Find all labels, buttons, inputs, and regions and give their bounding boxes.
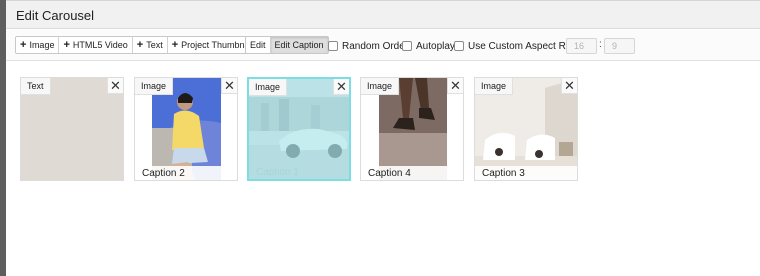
custom-aspect-ratio-checkbox[interactable] [454,41,464,51]
dialog-title-bar: Edit Carousel [6,1,760,29]
plus-icon: + [63,39,70,51]
slide-card-image[interactable]: Image ✕ Caption 4 [360,77,464,181]
slide-type-label: Image [249,79,288,96]
add-html5-video-button[interactable]: + HTML5 Video [59,37,133,53]
slide-type-label: Image [475,78,514,95]
close-icon[interactable]: ✕ [447,78,463,94]
add-text-button[interactable]: + Text [133,37,168,53]
edit-carousel-dialog: Edit Carousel + Image + HTML5 Video + Text … [6,0,760,276]
aspect-ratio-height-input[interactable]: 9 [604,38,635,54]
random-order-option[interactable]: Random Order [328,39,408,53]
close-icon[interactable]: ✕ [107,78,123,94]
add-slide-button-group: + Image + HTML5 Video + Text + Project Thumb… [15,36,259,54]
slide-card-image-selected[interactable]: Image ✕ Caption 1 [247,77,351,181]
autoplay-checkbox[interactable] [402,41,412,51]
custom-aspect-ratio-option[interactable]: Use Custom Aspect Ratio [454,39,582,53]
dialog-title: Edit Carousel [16,8,95,23]
slide-caption[interactable]: Caption 4 [368,168,411,179]
slide-type-label: Image [135,78,174,95]
close-icon[interactable]: ✕ [221,78,237,94]
slide-caption[interactable]: Caption 2 [142,168,185,179]
autoplay-option[interactable]: Autoplay [402,39,455,53]
plus-icon: + [171,39,179,51]
edit-mode-button[interactable]: Edit [246,37,271,53]
aspect-ratio-separator: : [599,39,602,50]
slide-caption[interactable]: Caption 1 [256,167,299,178]
carousel-toolbar: + Image + HTML5 Video + Text + Project Thumb… [6,30,760,61]
autoplay-label: Autoplay [416,40,455,52]
random-order-label: Random Order [342,40,409,52]
slide-card-image[interactable]: Image ✕ Caption 2 [134,77,238,181]
plus-icon: + [136,39,144,51]
slide-type-label: Text [21,78,51,95]
slide-card-text[interactable]: Text ✕ [20,77,124,181]
add-image-button[interactable]: + Image [16,37,60,53]
add-text-label: Text [146,40,163,50]
plus-icon: + [20,39,27,51]
add-project-thumbnail-label: Project Thumbnail [181,40,254,50]
mode-button-group: Edit Edit Caption [245,36,329,54]
slide-card-image[interactable]: Image ✕ Caption 3 [474,77,578,181]
aspect-ratio-width-input[interactable]: 16 [566,38,597,54]
slide-type-label: Image [361,78,400,95]
add-html5-video-label: HTML5 Video [72,40,128,50]
slide-caption[interactable]: Caption 3 [482,168,525,179]
close-icon[interactable]: ✕ [333,79,349,95]
custom-aspect-ratio-label: Use Custom Aspect Ratio [468,40,582,52]
close-icon[interactable]: ✕ [561,78,577,94]
add-image-label: Image [29,40,55,50]
edit-caption-mode-button[interactable]: Edit Caption [270,37,328,53]
slides-grid: Text ✕ Image ✕ Caption 2 Image ✕ Caption… [6,62,760,276]
random-order-checkbox[interactable] [328,41,338,51]
